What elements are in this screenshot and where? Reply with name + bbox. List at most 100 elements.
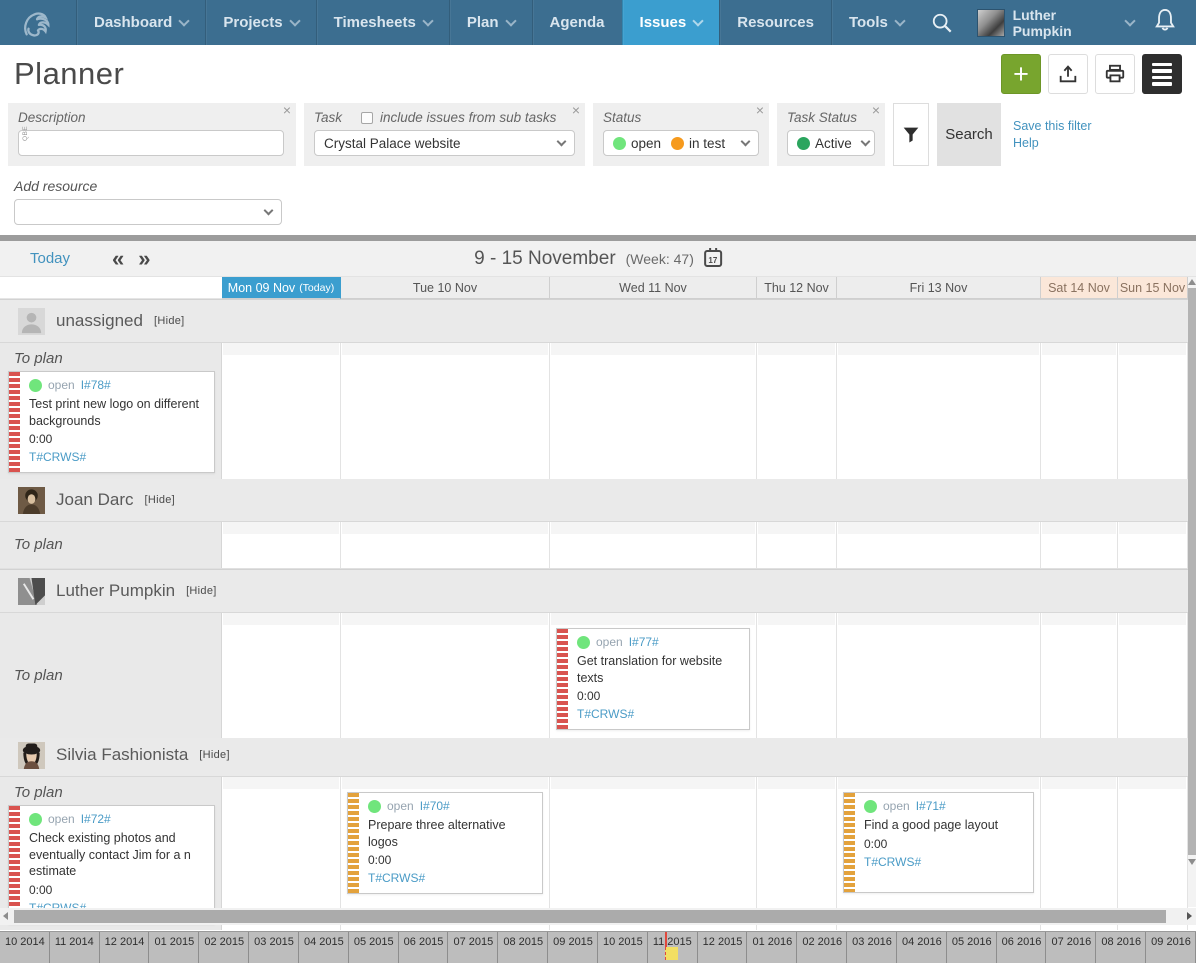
day-header-sat[interactable]: Sat 14 Nov [1041, 277, 1118, 299]
vertical-scroll-thumb[interactable] [1188, 288, 1196, 855]
close-icon[interactable]: × [756, 103, 764, 117]
scroll-up-icon[interactable] [1188, 279, 1196, 285]
next-week-button[interactable]: » [138, 248, 150, 270]
timeline-month[interactable]: 05 2016 [947, 932, 997, 963]
hide-resource-button[interactable]: [Hide] [154, 315, 185, 327]
today-button[interactable]: Today [30, 250, 70, 267]
timeline-month[interactable]: 11 2014 [50, 932, 100, 963]
search-icon[interactable] [921, 12, 963, 34]
task-status-select[interactable]: Active [787, 130, 875, 156]
task-card[interactable]: openI#78# Test print new logo on differe… [8, 371, 215, 473]
task-link[interactable]: T#CRWS# [577, 707, 634, 721]
status-select[interactable]: open in test [603, 130, 759, 156]
day-cell [550, 343, 757, 479]
help-link[interactable]: Help [1013, 136, 1092, 150]
issue-link[interactable]: I#72# [81, 812, 111, 826]
nav-item-issues[interactable]: Issues [622, 0, 720, 45]
day-header-thu[interactable]: Thu 12 Nov [757, 277, 837, 299]
nav-item-agenda[interactable]: Agenda [532, 0, 622, 45]
task-card[interactable]: openI#70# Prepare three alternative logo… [347, 792, 543, 894]
task-select[interactable]: Crystal Palace website [314, 130, 575, 156]
day-header-fri[interactable]: Fri 13 Nov [837, 277, 1041, 299]
nav-item-dashboard[interactable]: Dashboard [76, 0, 205, 45]
scroll-right-icon[interactable] [1187, 912, 1192, 920]
resource-band-joan-darc: Joan Darc [Hide] [0, 478, 1188, 522]
description-input[interactable] [18, 130, 284, 156]
close-icon[interactable]: × [872, 103, 880, 117]
nav-item-tools[interactable]: Tools [831, 0, 921, 45]
day-header-mon[interactable]: Mon 09 Nov(Today) [222, 277, 341, 299]
capacity-strip [551, 777, 755, 789]
issue-link[interactable]: I#71# [916, 799, 946, 813]
prev-week-button[interactable]: « [112, 248, 124, 270]
user-menu[interactable]: Luther Pumpkin [977, 7, 1134, 39]
day-header-tue[interactable]: Tue 10 Nov [341, 277, 550, 299]
nav-item-timesheets[interactable]: Timesheets [316, 0, 449, 45]
timeline-month[interactable]: 11 2015 [648, 932, 698, 963]
nav-item-resources[interactable]: Resources [719, 0, 831, 45]
horizontal-scroll-thumb[interactable] [14, 910, 1166, 923]
timeline-month[interactable]: 10 2014 [0, 932, 50, 963]
search-button[interactable]: Search [937, 103, 1001, 166]
timeline-month[interactable]: 02 2015 [199, 932, 249, 963]
close-icon[interactable]: × [572, 103, 580, 117]
timeline-month[interactable]: 01 2015 [149, 932, 199, 963]
save-filter-link[interactable]: Save this filter [1013, 119, 1092, 133]
hide-resource-button[interactable]: [Hide] [144, 494, 175, 506]
timeline-month[interactable]: 12 2014 [100, 932, 150, 963]
nav-item-projects[interactable]: Projects [205, 0, 315, 45]
task-link[interactable]: T#CRWS# [864, 855, 921, 869]
day-header-wed[interactable]: Wed 11 Nov [550, 277, 757, 299]
task-link[interactable]: T#CRWS# [29, 450, 86, 464]
top-nav: Dashboard Projects Timesheets Plan Agend… [0, 0, 1196, 45]
calendar-icon[interactable]: 17 [704, 250, 722, 267]
issue-link[interactable]: I#77# [629, 635, 659, 649]
timeline-month[interactable]: 02 2016 [797, 932, 847, 963]
card-status: open [387, 799, 414, 813]
include-subtasks-checkbox[interactable] [361, 112, 373, 124]
issue-link[interactable]: I#70# [420, 799, 450, 813]
timeline-month[interactable]: 07 2016 [1046, 932, 1096, 963]
task-card[interactable]: openI#71# Find a good page layout 0:00 T… [843, 792, 1034, 893]
horizontal-scrollbar[interactable] [0, 908, 1196, 925]
timeline-month[interactable]: 04 2015 [299, 932, 349, 963]
scroll-left-icon[interactable] [3, 912, 8, 920]
hide-resource-button[interactable]: [Hide] [199, 749, 230, 761]
app-logo-icon[interactable] [0, 0, 76, 45]
vertical-scrollbar[interactable] [1188, 277, 1196, 907]
timeline-month[interactable]: 09 2016 [1146, 932, 1196, 963]
timeline-month[interactable]: 09 2015 [548, 932, 598, 963]
nav-item-plan[interactable]: Plan [449, 0, 532, 45]
timeline-month[interactable]: 08 2015 [498, 932, 548, 963]
timeline-month[interactable]: 03 2016 [847, 932, 897, 963]
day-cell [1118, 522, 1188, 568]
issue-link[interactable]: I#78# [81, 378, 111, 392]
task-card[interactable]: openI#72# Check existing photos and even… [8, 805, 215, 924]
day-cell [222, 343, 341, 479]
timeline-month[interactable]: 06 2015 [399, 932, 449, 963]
print-button[interactable] [1095, 54, 1135, 94]
task-card[interactable]: openI#77# Get translation for website te… [556, 628, 750, 730]
timeline-month[interactable]: 05 2015 [349, 932, 399, 963]
list-menu-button[interactable] [1142, 54, 1182, 94]
task-link[interactable]: T#CRWS# [368, 871, 425, 885]
export-button[interactable] [1048, 54, 1088, 94]
day-header-sun[interactable]: Sun 15 Nov [1118, 277, 1188, 299]
status-dot [577, 636, 590, 649]
timeline-month[interactable]: 10 2015 [598, 932, 648, 963]
timeline-month[interactable]: 03 2015 [249, 932, 299, 963]
resource-name: unassigned [56, 311, 143, 331]
timeline-month[interactable]: 06 2016 [997, 932, 1047, 963]
timeline-month[interactable]: 08 2016 [1096, 932, 1146, 963]
add-button[interactable]: + [1001, 54, 1041, 94]
timeline-month[interactable]: 07 2015 [448, 932, 498, 963]
timeline-month[interactable]: 12 2015 [698, 932, 748, 963]
scroll-down-icon[interactable] [1188, 859, 1196, 865]
filter-funnel-button[interactable] [893, 103, 929, 166]
notifications-bell-icon[interactable] [1148, 8, 1182, 37]
timeline-month[interactable]: 04 2016 [897, 932, 947, 963]
timeline-month[interactable]: 01 2016 [747, 932, 797, 963]
add-resource-select[interactable] [14, 199, 282, 225]
close-icon[interactable]: × [283, 103, 291, 117]
hide-resource-button[interactable]: [Hide] [186, 585, 217, 597]
